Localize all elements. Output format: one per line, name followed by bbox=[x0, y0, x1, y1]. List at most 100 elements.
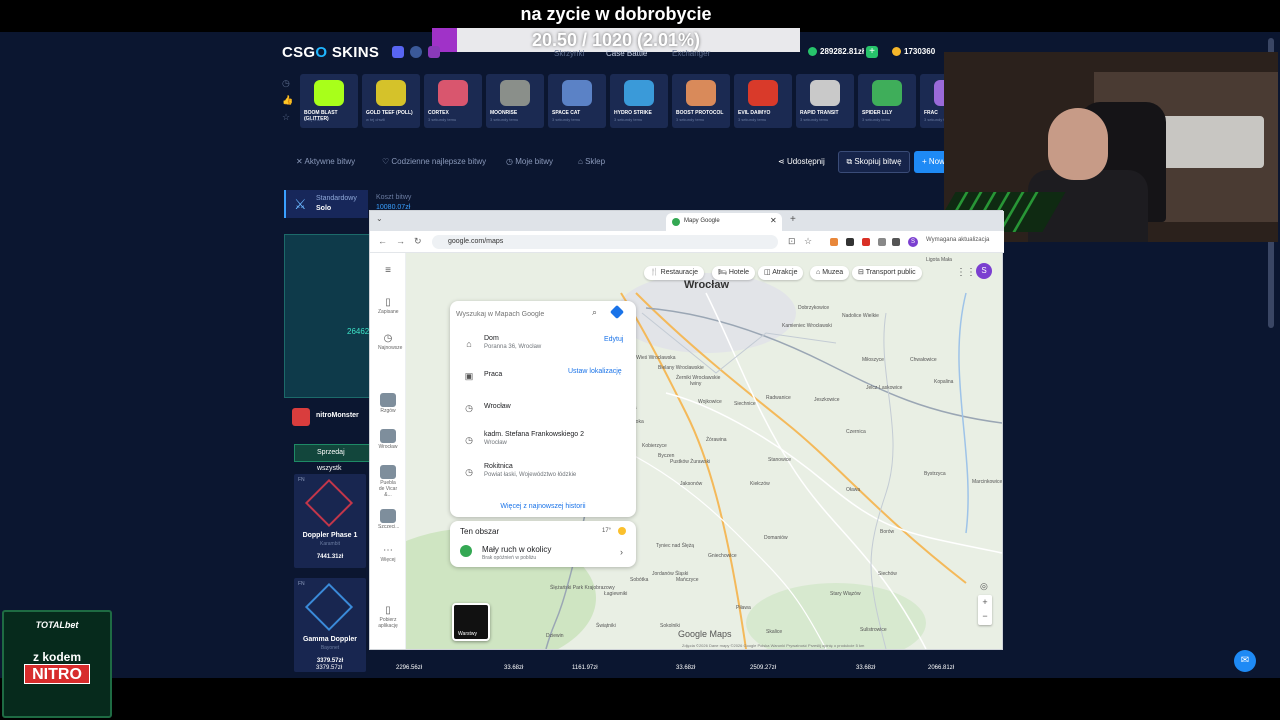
map-place-label[interactable]: Gniechowice bbox=[708, 553, 737, 559]
rail-item-more[interactable]: ⋯ Więcej bbox=[378, 545, 398, 563]
live-drop-case[interactable]: SPIDER LILY 3 sekundy temu bbox=[858, 74, 916, 128]
nav-cases[interactable]: Skrzynki bbox=[554, 49, 584, 58]
live-drop-case[interactable]: EVIL DAIMYO 3 sekundy temu bbox=[734, 74, 792, 128]
zoom-out-icon[interactable]: − bbox=[978, 609, 992, 623]
map-place-label[interactable]: Łagiewniki bbox=[604, 591, 627, 597]
item-card[interactable]: FN Gamma Doppler Bayonet 3379.57zł bbox=[294, 578, 366, 672]
category-chip[interactable]: ⌂ Muzea bbox=[810, 266, 850, 280]
map-place-label[interactable]: Tyniec nad Ślężą bbox=[656, 543, 694, 549]
map-place-label[interactable]: Jelcz-Laskowice bbox=[866, 385, 902, 391]
map-place-label[interactable]: Sokolniki bbox=[660, 623, 680, 629]
history-item[interactable]: ⌂ Dom Poranna 36, Wrocław Edytuj bbox=[450, 331, 636, 359]
map-place-label[interactable]: Mańczyce bbox=[676, 577, 699, 583]
map-place-label[interactable]: Piława bbox=[736, 605, 751, 611]
extension-icon[interactable] bbox=[846, 238, 854, 246]
share-button[interactable]: ⋖ Udostępnij bbox=[778, 157, 825, 166]
map-place-label[interactable]: Ligota Mała bbox=[926, 257, 952, 263]
history-item[interactable]: ◷ Rokitnica Powiat łaski, Województwo łódz… bbox=[450, 459, 636, 487]
map-place-label[interactable]: Borów bbox=[880, 529, 894, 535]
map-canvas[interactable]: Ligota Mała Dobrzykowice Kamieniec Wrocław… bbox=[406, 253, 1002, 649]
map-place-label[interactable]: Kopalina bbox=[934, 379, 953, 385]
bookmark-star-icon[interactable]: ☆ bbox=[804, 236, 812, 247]
history-item[interactable]: ▣ Praca Ustaw lokalizację bbox=[450, 363, 636, 391]
map-place-label[interactable]: Żórawina bbox=[706, 437, 727, 443]
tab-active-battles[interactable]: ✕ Aktywne bitwy bbox=[296, 157, 355, 166]
history-item[interactable]: ◷ kadm. Stefana Frankowskiego 2 Wrocław bbox=[450, 427, 636, 455]
map-place-label[interactable]: Domaniów bbox=[764, 535, 788, 541]
map-place-label[interactable]: Bystrzyca bbox=[924, 471, 946, 477]
directions-icon[interactable] bbox=[609, 304, 625, 320]
instagram-icon[interactable] bbox=[428, 46, 440, 58]
deposit-button[interactable]: + bbox=[866, 46, 878, 58]
rail-item-place[interactable]: Rzgów bbox=[378, 393, 398, 414]
tab-shop[interactable]: ⌂ Sklep bbox=[578, 157, 605, 166]
browser-tab[interactable]: Mapy Google ✕ bbox=[666, 213, 782, 231]
map-place-label[interactable]: Pustków Żurawski bbox=[670, 459, 710, 465]
map-place-label[interactable]: Kamieniec Wrocławski bbox=[782, 323, 832, 329]
map-place-label[interactable]: Chwałowice bbox=[910, 357, 937, 363]
map-place-label[interactable]: Radwanice bbox=[766, 395, 791, 401]
tab-daily-best[interactable]: ♡ Codzienne najlepsze bitwy bbox=[382, 157, 486, 166]
map-place-label[interactable]: Nadolice Wielkie bbox=[842, 313, 879, 319]
rail-item-place[interactable]: Wrocław bbox=[378, 429, 398, 450]
thumb-icon[interactable]: 👍 bbox=[282, 95, 293, 105]
nav-case-battle[interactable]: Case Battle bbox=[606, 49, 647, 58]
forward-icon[interactable]: → bbox=[396, 236, 405, 246]
rail-item-bookmark[interactable]: ▯ Zapisane bbox=[378, 297, 399, 315]
copy-battle-button[interactable]: ⧉ Skopiuj bitwę bbox=[838, 151, 910, 173]
map-place-label[interactable]: Dziewin bbox=[546, 633, 564, 639]
profile-avatar[interactable]: S bbox=[908, 237, 918, 247]
nav-exchanger[interactable]: Exchanger bbox=[672, 49, 710, 58]
map-place-label[interactable]: Iwiny bbox=[690, 381, 701, 387]
rail-item-history[interactable]: ◷ Najnowsze bbox=[378, 333, 402, 351]
map-place-label[interactable]: Siechów bbox=[878, 571, 897, 577]
rail-item-place[interactable]: Puebla de Vicar &... bbox=[378, 465, 398, 498]
rail-item-phone[interactable]: ▯ Pobierz aplikację bbox=[378, 605, 398, 629]
map-place-label[interactable]: Jaksonów bbox=[680, 481, 702, 487]
chat-button[interactable]: ✉ bbox=[1234, 650, 1256, 672]
category-chip[interactable]: 🍴 Restauracje bbox=[644, 266, 705, 280]
category-chip[interactable]: 🛏 Hotele bbox=[712, 266, 756, 280]
star-icon[interactable]: ☆ bbox=[282, 112, 292, 122]
back-icon[interactable]: ← bbox=[378, 236, 387, 246]
map-place-label[interactable]: Sulistrowice bbox=[860, 627, 887, 633]
map-place-label[interactable]: Dobrzykowice bbox=[798, 305, 829, 311]
map-place-label[interactable]: Stary Wiązów bbox=[830, 591, 861, 597]
new-tab-icon[interactable]: + bbox=[790, 214, 796, 225]
category-chip[interactable]: ◫ Atrakcje bbox=[758, 266, 804, 280]
item-card[interactable]: FN Doppler Phase 1 Karambit 7441.31zł bbox=[294, 474, 366, 568]
google-apps-icon[interactable]: ⋮⋮ bbox=[956, 267, 976, 278]
live-drop-case[interactable]: HYDRO STRIKE 3 sekundy temu bbox=[610, 74, 668, 128]
extension-icon[interactable] bbox=[878, 238, 886, 246]
site-logo[interactable]: CSGO SKINS bbox=[282, 44, 379, 61]
map-place-label[interactable]: Sobótka bbox=[630, 577, 648, 583]
map-place-label[interactable]: Miłoszyce bbox=[862, 357, 884, 363]
live-drop-case[interactable]: FRAC3 sekundy temu bbox=[920, 74, 945, 128]
menu-icon[interactable]: ≡ bbox=[378, 265, 398, 276]
live-drop-case[interactable]: MOONRISE 3 sekundy temu bbox=[486, 74, 544, 128]
live-drop-case[interactable]: SPACE CAT 3 sekundy temu bbox=[548, 74, 606, 128]
map-place-label[interactable]: Wojkowice bbox=[698, 399, 722, 405]
map-place-label[interactable]: Skalice bbox=[766, 629, 782, 635]
facebook-icon[interactable] bbox=[410, 46, 422, 58]
live-drop-case[interactable]: GOLD TEEF (POLL) w tej chwili bbox=[362, 74, 420, 128]
traffic-title[interactable]: Mały ruch w okolicy bbox=[482, 545, 551, 554]
search-input[interactable] bbox=[456, 307, 586, 321]
address-bar[interactable]: google.com/maps bbox=[432, 235, 778, 249]
install-icon[interactable]: ⊡ bbox=[788, 236, 796, 247]
zoom-controls[interactable]: + − bbox=[978, 595, 992, 625]
sell-all-button[interactable]: Sprzedaj wszystk bbox=[294, 444, 370, 472]
live-drop-case[interactable]: BOOST PROTOCOL 3 sekundy temu bbox=[672, 74, 730, 128]
history-action-link[interactable]: Edytuj bbox=[604, 336, 623, 343]
clock-icon[interactable]: ◷ bbox=[282, 78, 292, 88]
map-place-label[interactable]: Kobierzyce bbox=[642, 443, 667, 449]
map-place-label[interactable]: Czernica bbox=[846, 429, 866, 435]
my-location-icon[interactable]: ◎ bbox=[980, 581, 988, 592]
update-button[interactable]: Wymagana aktualizacja bbox=[926, 237, 989, 243]
history-item[interactable]: ◷ Wrocław bbox=[450, 395, 636, 423]
zoom-in-icon[interactable]: + bbox=[978, 595, 992, 609]
map-place-label[interactable]: Siechnice bbox=[734, 401, 756, 407]
gmail-icon[interactable] bbox=[862, 238, 870, 246]
layers-button[interactable]: Warstwy bbox=[452, 603, 490, 641]
map-place-label[interactable]: Jordanów Śląski bbox=[652, 571, 688, 577]
